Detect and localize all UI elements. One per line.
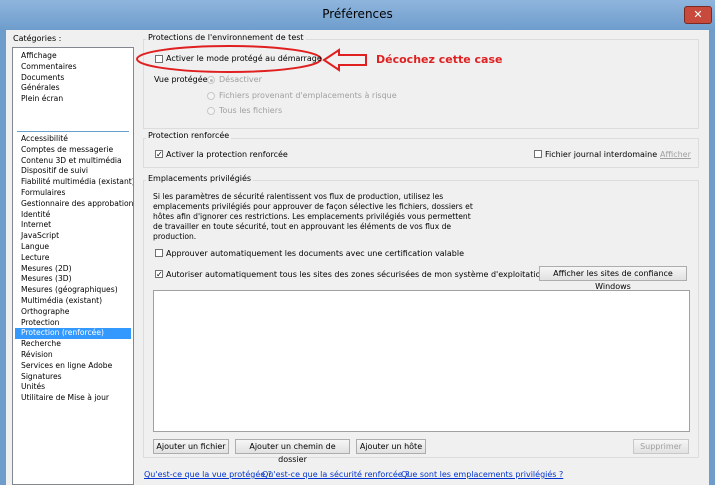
category-item[interactable]: Unités [15,382,131,393]
auto-cert-checkbox[interactable] [155,249,163,257]
add-host-button[interactable]: Ajouter un hôte [356,439,426,454]
show-windows-sites-button[interactable]: Afficher les sites de confiance Windows [539,266,687,291]
radio-disable[interactable] [207,76,215,84]
category-item[interactable]: Fiabilité multimédia (existant) [15,177,133,188]
window-title: Préférences [322,7,393,21]
category-item[interactable]: JavaScript [15,231,131,242]
categories-separator [17,131,129,132]
show-log-link[interactable]: Afficher [660,150,691,159]
title-bar[interactable]: Préférences ✕ [0,0,715,30]
category-item[interactable]: Formulaires [15,188,131,199]
privileged-locations-list[interactable] [153,290,690,432]
category-item[interactable]: Générales [15,83,131,94]
radio-disable-label: Désactiver [219,75,262,84]
crossdomain-log-checkbox[interactable] [534,150,542,158]
categories-label: Catégories : [13,34,62,43]
add-file-button[interactable]: Ajouter un fichier [153,439,229,454]
category-item[interactable]: Recherche [15,339,131,350]
category-item[interactable]: Gestionnaire des approbations [15,199,133,210]
auto-windows-checkbox[interactable]: ✓ [155,270,163,279]
category-item[interactable]: Signatures [15,372,131,383]
category-item[interactable]: Internet [15,220,131,231]
category-item[interactable]: Identité [15,210,131,221]
radio-unsafe-locations[interactable] [207,92,215,100]
category-item[interactable]: Orthographe [15,307,131,318]
category-item[interactable]: Mesures (géographiques) [15,285,131,296]
category-item[interactable]: Mesures (2D) [15,264,131,275]
category-item[interactable]: Plein écran [15,94,131,105]
category-item[interactable]: Dispositif de suivi [15,166,131,177]
category-item[interactable]: Utilitaire de Mise à jour [15,393,131,404]
radio-unsafe-label: Fichiers provenant d'emplacements à risq… [219,91,397,100]
privileged-locations-help-link[interactable]: Que sont les emplacements privilégiés ? [401,470,563,479]
category-item[interactable]: Accessibilité [15,134,131,145]
crossdomain-log-label: Fichier journal interdomaine [545,150,658,159]
protected-view-help-link[interactable]: Qu'est-ce que la vue protégée ? [144,470,272,479]
protected-view-label: Vue protégée [154,75,208,84]
privileged-description: Si les paramètres de sécurité ralentisse… [153,192,473,241]
category-item[interactable]: Mesures (3D) [15,274,131,285]
category-item[interactable]: Comptes de messagerie [15,145,131,156]
radio-all-label: Tous les fichiers [219,106,283,115]
sandbox-group-title: Protections de l'environnement de test [146,33,306,42]
category-item[interactable]: Protection (renforcée) [15,328,131,339]
category-item[interactable]: Lecture [15,253,131,264]
category-item[interactable]: Services en ligne Adobe [15,361,131,372]
category-item[interactable]: Documents [15,73,131,84]
categories-list[interactable]: Affichage Commentaires Documents Générales P… [12,47,134,485]
category-item[interactable]: Contenu 3D et multimédia [15,156,131,167]
category-item[interactable]: Langue [15,242,131,253]
enhanced-security-help-link[interactable]: Qu'est-ce que la sécurité renforcée ? [262,470,409,479]
auto-cert-label: Approuver automatiquement les documents … [166,249,464,258]
category-item[interactable]: Multimédia (existant) [15,296,131,307]
radio-all-files[interactable] [207,107,215,115]
category-item[interactable]: Protection [15,318,131,329]
enhanced-group-title: Protection renforcée [146,131,232,140]
dialog-body: Catégories : Affichage Commentaires Docume… [6,30,709,485]
privileged-group-title: Emplacements privilégiés [146,174,254,183]
remove-button[interactable]: Supprimer [633,439,689,454]
auto-windows-label: Autoriser automatiquement tous les sites… [166,270,584,279]
close-button[interactable]: ✕ [684,6,712,24]
add-folder-button[interactable]: Ajouter un chemin de dossier [235,439,350,464]
category-item[interactable]: Révision [15,350,131,361]
enhanced-label: Activer la protection renforcée [166,150,288,159]
protected-mode-label: Activer le mode protégé au démarrage [166,54,322,63]
protected-mode-checkbox[interactable] [155,55,163,63]
category-item[interactable]: Affichage [15,51,131,62]
annotation-text: Décochez cette case [376,53,503,66]
category-item[interactable]: Commentaires [15,62,131,73]
preferences-window: Préférences ✕ Catégories : Affichage Comm… [0,0,715,485]
enhanced-checkbox[interactable]: ✓ [155,150,163,159]
